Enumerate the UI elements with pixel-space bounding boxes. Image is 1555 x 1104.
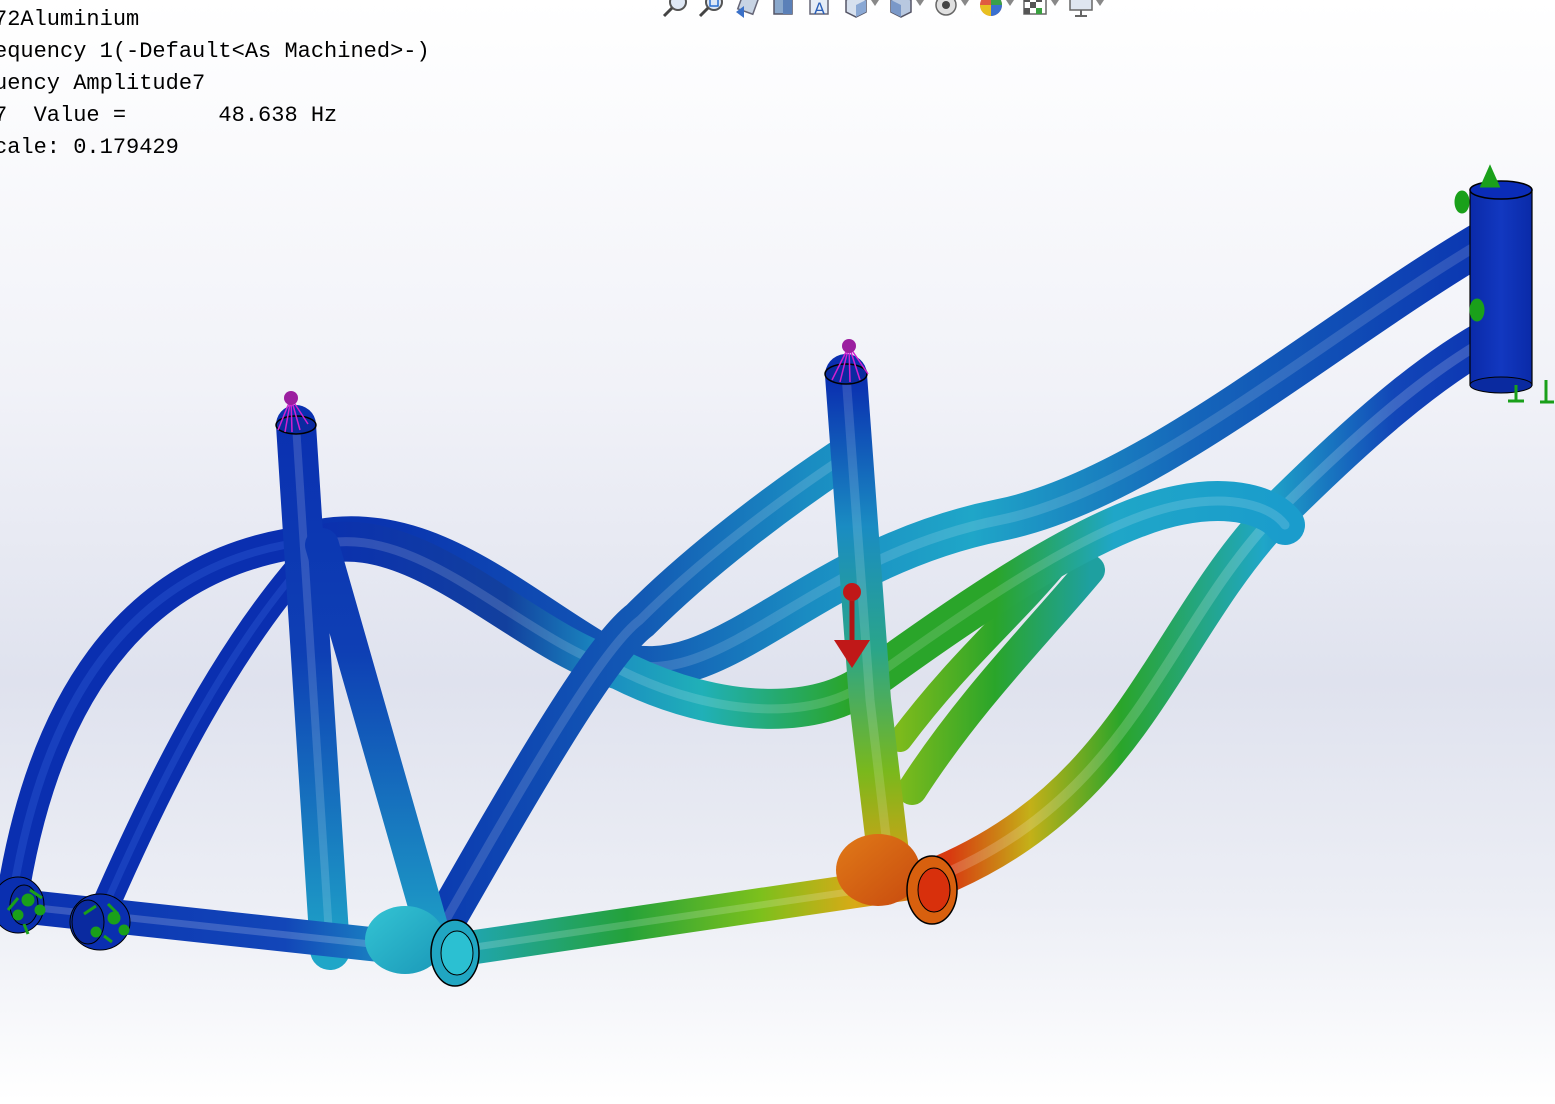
display-style-button[interactable] xyxy=(885,0,924,18)
zoom-to-fit-icon xyxy=(662,0,687,18)
study-info-overlay: 72Aluminium equency 1(-Default<As Machine… xyxy=(0,4,430,164)
svg-text:A: A xyxy=(814,0,825,18)
chevron-down-icon[interactable] xyxy=(871,0,879,6)
view-settings-button[interactable] xyxy=(1065,0,1104,18)
chevron-down-icon[interactable] xyxy=(1096,0,1104,6)
zoom-to-area-icon xyxy=(698,0,723,18)
mode-value-label: 7 Value = 48.638 Hz xyxy=(0,103,338,128)
head-tube xyxy=(1469,180,1533,394)
chevron-down-icon[interactable] xyxy=(1051,0,1059,6)
section-view-button[interactable] xyxy=(768,0,798,18)
hide-show-items-button[interactable] xyxy=(930,0,969,18)
edit-appearance-icon xyxy=(980,0,1002,16)
view-orientation-icon xyxy=(845,0,867,18)
display-style-icon xyxy=(890,0,912,18)
dynamic-annotation-icon: A xyxy=(809,0,829,18)
chevron-down-icon[interactable] xyxy=(1006,0,1014,6)
rear-dropout-2 xyxy=(69,893,131,951)
rear-stays xyxy=(0,524,334,932)
view-orientation-button[interactable] xyxy=(840,0,879,18)
apply-scene-button[interactable] xyxy=(1020,0,1059,18)
deformation-scale-label: cale: 0.179429 xyxy=(0,135,179,160)
edit-appearance-button[interactable] xyxy=(975,0,1014,18)
previous-view-button[interactable] xyxy=(732,0,762,18)
chevron-down-icon[interactable] xyxy=(961,0,969,6)
heads-up-view-toolbar: A xyxy=(660,0,1104,18)
chevron-down-icon[interactable] xyxy=(916,0,924,6)
bottom-bracket-right xyxy=(836,834,958,925)
section-view-icon xyxy=(773,0,793,15)
seat-tube xyxy=(824,354,911,891)
view-settings-icon xyxy=(1069,0,1093,17)
graphics-area[interactable]: 72Aluminium equency 1(-Default<As Machine… xyxy=(0,0,1555,1100)
previous-view-icon xyxy=(736,0,760,18)
material-label: 72Aluminium xyxy=(0,7,140,32)
zoom-to-fit-button[interactable] xyxy=(660,0,690,18)
zoom-to-area-button[interactable] xyxy=(696,0,726,18)
study-name-label: equency 1(-Default<As Machined>-) xyxy=(0,39,430,64)
bicycle-frame-model[interactable] xyxy=(0,0,1555,1100)
plot-type-label: uency Amplitude7 xyxy=(0,71,206,96)
rear-seat-post xyxy=(275,405,449,970)
dynamic-annotation-button[interactable]: A xyxy=(804,0,834,18)
hide-show-items-icon xyxy=(935,0,957,16)
apply-scene-icon xyxy=(1023,0,1047,15)
